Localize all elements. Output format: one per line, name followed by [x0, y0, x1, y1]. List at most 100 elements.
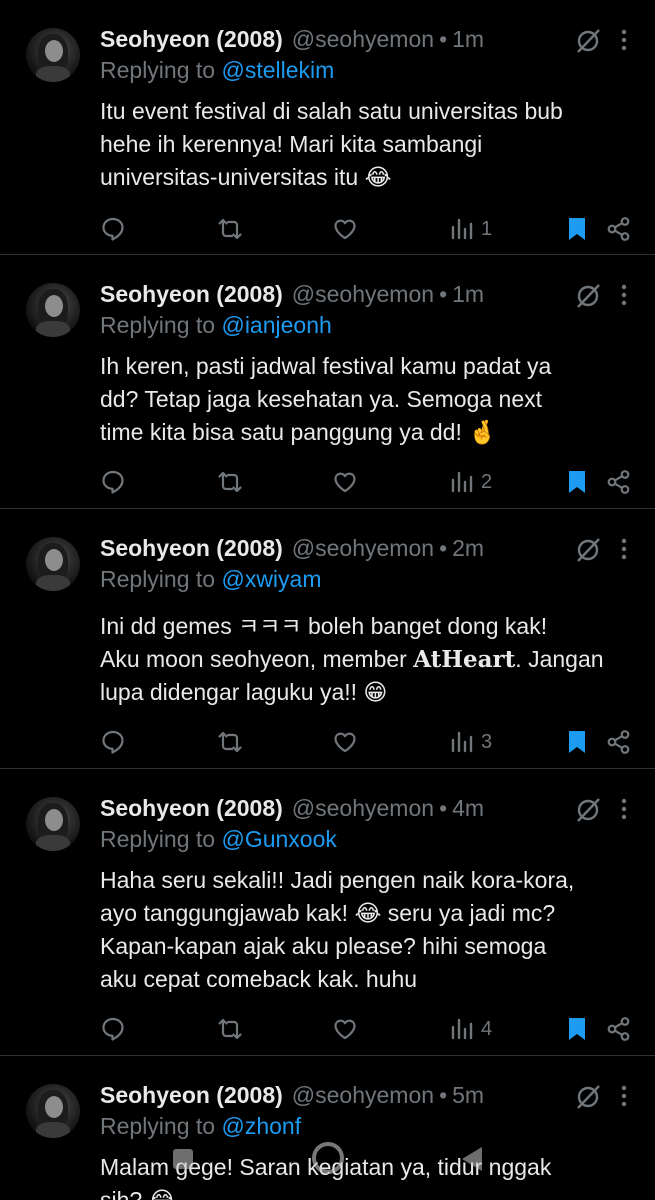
more-icon[interactable] — [617, 28, 631, 52]
reply-icon — [102, 1017, 124, 1041]
tweet-text-line: lupa didengar laguku ya!! 😁 — [100, 679, 388, 705]
reply-button[interactable] — [100, 727, 126, 757]
more-icon[interactable] — [617, 537, 631, 561]
display-name[interactable]: Seohyeon (2008) — [100, 1082, 283, 1109]
tweet-text-line: hehe ih kerennya! Mari kita sambangi — [100, 131, 483, 157]
share-button[interactable] — [606, 1014, 632, 1044]
system-navigation-bar — [0, 1130, 655, 1200]
display-name[interactable]: Seohyeon (2008) — [100, 535, 283, 562]
views-button[interactable]: 2 — [449, 467, 492, 497]
reply-mention[interactable]: @ianjeonh — [221, 312, 331, 338]
share-button[interactable] — [606, 727, 632, 757]
reply-button[interactable] — [100, 467, 126, 497]
avatar[interactable] — [26, 797, 80, 851]
tweet[interactable]: Seohyeon (2008) @seohyemon • 4m Replying… — [0, 769, 655, 1056]
views-icon — [451, 1018, 473, 1040]
bookmark-button[interactable] — [564, 467, 590, 497]
tweet-text: Haha seru sekali!! Jadi pengen naik kora… — [100, 864, 630, 996]
reply-button[interactable] — [100, 1014, 126, 1044]
tweet-text-line: Haha seru sekali!! Jadi pengen naik kora… — [100, 867, 575, 893]
grok-icon[interactable] — [573, 26, 603, 56]
tweet-text-line: dd? Tetap jaga kesehatan ya. Semoga next — [100, 386, 543, 412]
display-name[interactable]: Seohyeon (2008) — [100, 26, 283, 53]
views-button[interactable]: 1 — [449, 214, 492, 244]
user-handle[interactable]: @seohyemon — [292, 26, 434, 53]
like-button[interactable] — [332, 467, 358, 497]
reply-mention[interactable]: @Gunxook — [221, 826, 336, 852]
reply-icon — [102, 470, 124, 494]
tweet-text-line: Ini dd gemes ㅋㅋㅋ boleh banget dong kak! — [100, 613, 548, 639]
action-bar: 1 — [100, 214, 637, 244]
views-count: 3 — [481, 730, 493, 753]
replying-to: Replying to @ianjeonh — [100, 312, 332, 339]
tweet[interactable]: Seohyeon (2008) @seohyemon • 2m Replying… — [0, 509, 655, 769]
grok-icon[interactable] — [573, 795, 603, 825]
user-handle[interactable]: @seohyemon — [292, 795, 434, 822]
recent-apps-icon[interactable] — [170, 1146, 196, 1172]
share-button[interactable] — [606, 467, 632, 497]
like-button[interactable] — [332, 1014, 358, 1044]
views-icon — [451, 731, 473, 753]
replying-to-label: Replying to — [100, 312, 216, 338]
display-name[interactable]: Seohyeon (2008) — [100, 795, 283, 822]
replying-to: Replying to @stellekim — [100, 57, 334, 84]
timestamp[interactable]: 2m — [452, 535, 484, 562]
bookmark-button[interactable] — [564, 1014, 590, 1044]
tweet-text-line: time kita bisa satu panggung ya dd! 🤞 — [100, 419, 497, 445]
tweet-header: Seohyeon (2008) @seohyemon • 1m — [100, 22, 635, 56]
retweet-button[interactable] — [217, 1014, 243, 1044]
home-icon[interactable] — [310, 1140, 346, 1176]
separator-dot: • — [439, 534, 448, 561]
timestamp[interactable]: 1m — [452, 281, 484, 308]
replying-to-label: Replying to — [100, 57, 216, 83]
retweet-button[interactable] — [217, 214, 243, 244]
grok-icon[interactable] — [573, 1082, 603, 1112]
action-bar: 4 — [100, 1014, 637, 1044]
tweet-text-line: Aku moon seohyeon, member AtHeart. Janga… — [100, 643, 630, 676]
views-button[interactable]: 3 — [449, 727, 492, 757]
reply-mention[interactable]: @stellekim — [221, 57, 334, 83]
user-handle[interactable]: @seohyemon — [292, 1082, 434, 1109]
user-handle[interactable]: @seohyemon — [292, 281, 434, 308]
bookmark-icon — [569, 731, 585, 753]
reply-button[interactable] — [100, 214, 126, 244]
timestamp[interactable]: 5m — [452, 1082, 484, 1109]
avatar[interactable] — [26, 537, 80, 591]
tweet-text-line: ayo tanggungjawab kak! 😂 seru ya jadi mc… — [100, 900, 556, 926]
avatar[interactable] — [26, 283, 80, 337]
display-name[interactable]: Seohyeon (2008) — [100, 281, 283, 308]
tweet[interactable]: Seohyeon (2008) @seohyemon • 1m Replying… — [0, 255, 655, 509]
replying-to: Replying to @Gunxook — [100, 826, 337, 853]
grok-icon[interactable] — [573, 281, 603, 311]
replying-to-label: Replying to — [100, 826, 216, 852]
timestamp[interactable]: 4m — [452, 795, 484, 822]
like-button[interactable] — [332, 214, 358, 244]
retweet-button[interactable] — [217, 467, 243, 497]
retweet-button[interactable] — [217, 727, 243, 757]
reply-mention[interactable]: @xwiyam — [221, 566, 321, 592]
timestamp[interactable]: 1m — [452, 26, 484, 53]
user-handle[interactable]: @seohyemon — [292, 535, 434, 562]
bookmark-button[interactable] — [564, 727, 590, 757]
share-button[interactable] — [606, 214, 632, 244]
avatar[interactable] — [26, 28, 80, 82]
views-button[interactable]: 4 — [449, 1014, 492, 1044]
views-count: 2 — [481, 470, 493, 493]
like-button[interactable] — [332, 727, 358, 757]
tweet-text-line: Itu event festival di salah satu univers… — [100, 98, 563, 124]
share-icon — [607, 1017, 630, 1041]
more-icon[interactable] — [617, 797, 631, 821]
more-icon[interactable] — [617, 283, 631, 307]
grok-icon[interactable] — [573, 535, 603, 565]
views-count: 4 — [481, 1017, 493, 1040]
text-segment: Aku moon seohyeon, member — [100, 646, 414, 672]
tweet-text-line: aku cepat comeback kak. huhu — [100, 966, 418, 992]
more-icon[interactable] — [617, 1084, 631, 1108]
replying-to: Replying to @xwiyam — [100, 566, 322, 593]
views-icon — [451, 471, 473, 493]
bookmark-button[interactable] — [564, 214, 590, 244]
back-icon[interactable] — [458, 1144, 486, 1174]
tweet-text-line: Ih keren, pasti jadwal festival kamu pad… — [100, 353, 552, 379]
retweet-icon — [218, 731, 242, 753]
tweet[interactable]: Seohyeon (2008) @seohyemon • 1m Replying… — [0, 0, 655, 255]
